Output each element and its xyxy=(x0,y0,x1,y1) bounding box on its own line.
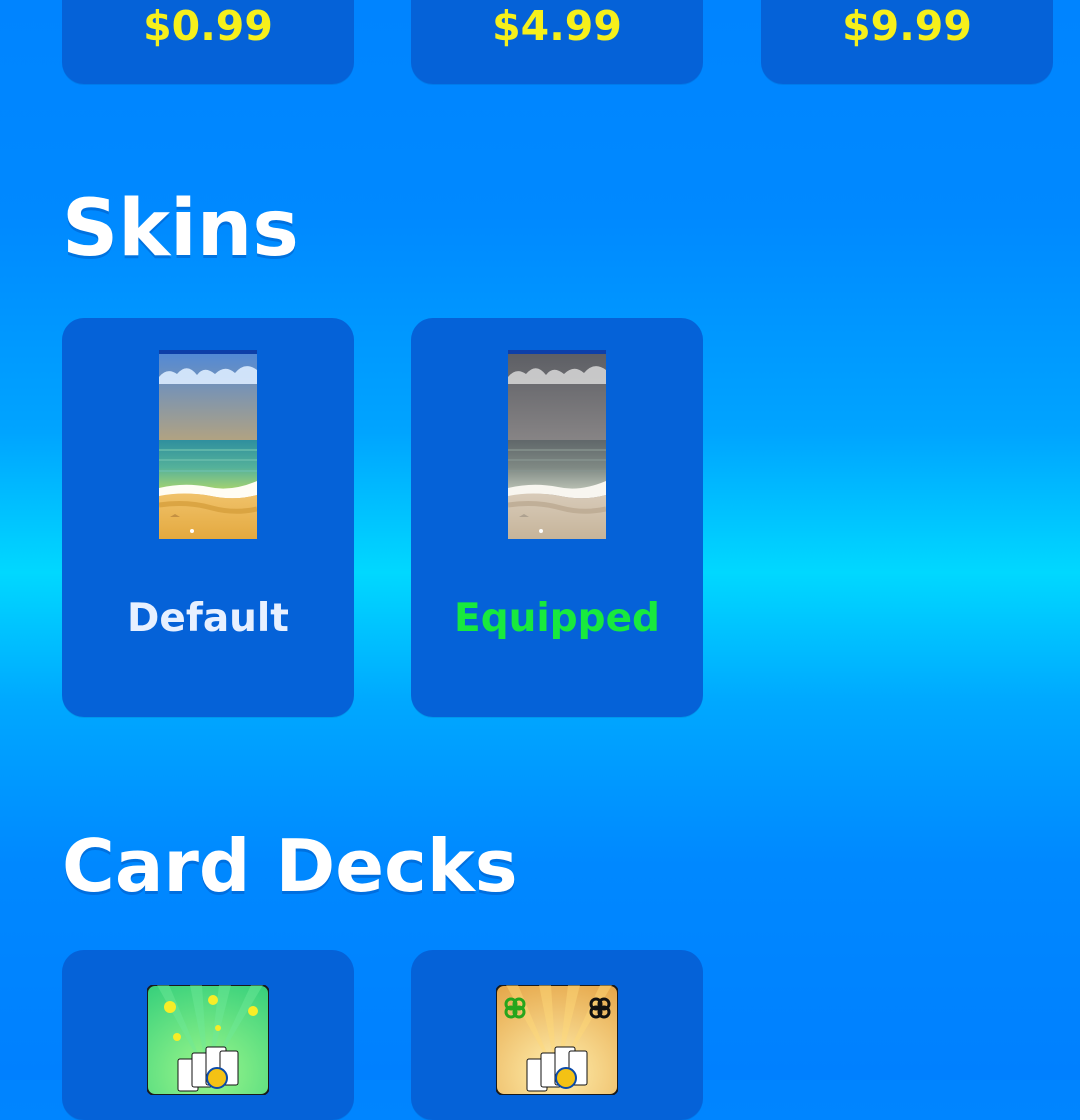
skin-card-equipped[interactable]: Equipped xyxy=(411,318,703,717)
card-decks-section-title: Card Decks xyxy=(62,824,518,908)
green-starburst-deck-icon xyxy=(147,985,269,1095)
skin-label-equipped: Equipped xyxy=(454,596,660,641)
deck-card-green[interactable] xyxy=(62,950,354,1120)
gray-beach-skin-preview-icon xyxy=(508,350,606,539)
skin-card-default[interactable]: Default xyxy=(62,318,354,717)
skin-label-default: Default xyxy=(127,596,289,641)
price-option-4-99[interactable]: $4.99 xyxy=(411,0,703,84)
price-option-0-99[interactable]: $0.99 xyxy=(62,0,354,84)
price-label: $4.99 xyxy=(492,2,622,50)
beach-skin-preview-icon xyxy=(159,350,257,539)
gold-starburst-deck-icon xyxy=(496,985,618,1095)
price-option-9-99[interactable]: $9.99 xyxy=(761,0,1053,84)
price-label: $0.99 xyxy=(143,2,273,50)
skins-section-title: Skins xyxy=(62,184,299,274)
price-label: $9.99 xyxy=(842,2,972,50)
deck-card-gold[interactable] xyxy=(411,950,703,1120)
